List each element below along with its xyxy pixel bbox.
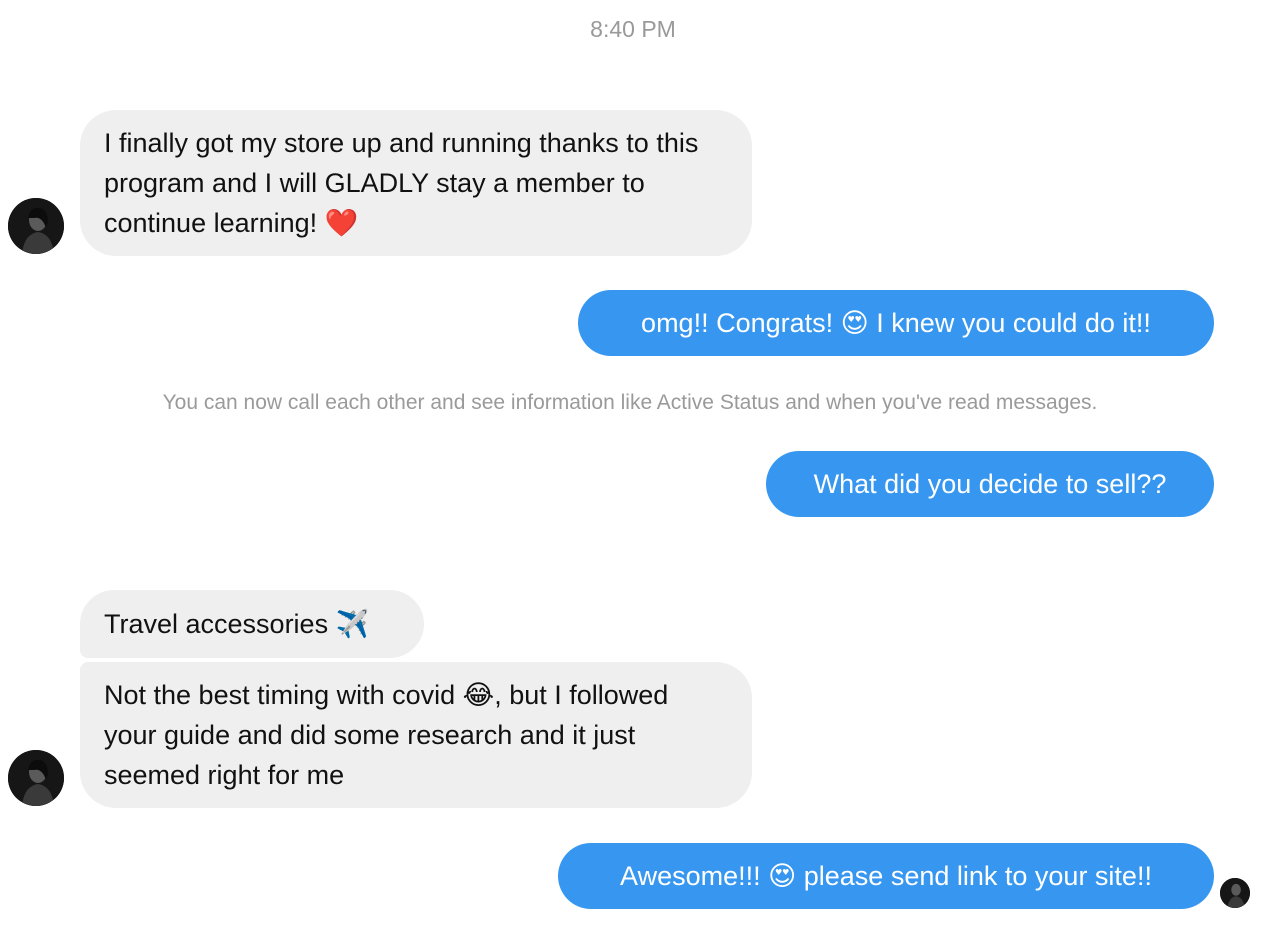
contact-avatar[interactable] [8, 198, 64, 254]
outgoing-message-bubble[interactable]: omg!! Congrats! 😍 I knew you could do it… [578, 290, 1214, 356]
outgoing-message-bubble[interactable]: Awesome!!! 😍 please send link to your si… [558, 843, 1214, 909]
seen-receipt-avatar [1220, 878, 1250, 908]
incoming-message-bubble[interactable]: I finally got my store up and running th… [80, 110, 752, 256]
message-text: Awesome!!! 😍 please send link to your si… [620, 861, 1152, 891]
message-text: Not the best timing with covid 😂, but I … [104, 680, 669, 790]
contact-avatar[interactable] [8, 750, 64, 806]
profile-photo-icon [1220, 878, 1250, 908]
message-text: What did you decide to sell?? [813, 469, 1167, 499]
outgoing-message-bubble[interactable]: What did you decide to sell?? [766, 451, 1214, 517]
incoming-message-bubble[interactable]: Travel accessories ✈️ [80, 590, 424, 658]
chat-thread: 8:40 PM I finally got my store up and ru… [0, 0, 1266, 950]
message-timestamp: 8:40 PM [590, 16, 676, 42]
message-text: Travel accessories ✈️ [104, 609, 370, 639]
system-notice: You can now call each other and see info… [162, 391, 1098, 414]
profile-photo-icon [8, 750, 64, 806]
message-text: I finally got my store up and running th… [104, 128, 699, 238]
message-text: omg!! Congrats! 😍 I knew you could do it… [641, 308, 1151, 338]
profile-photo-icon [8, 198, 64, 254]
incoming-message-bubble[interactable]: Not the best timing with covid 😂, but I … [80, 662, 752, 808]
